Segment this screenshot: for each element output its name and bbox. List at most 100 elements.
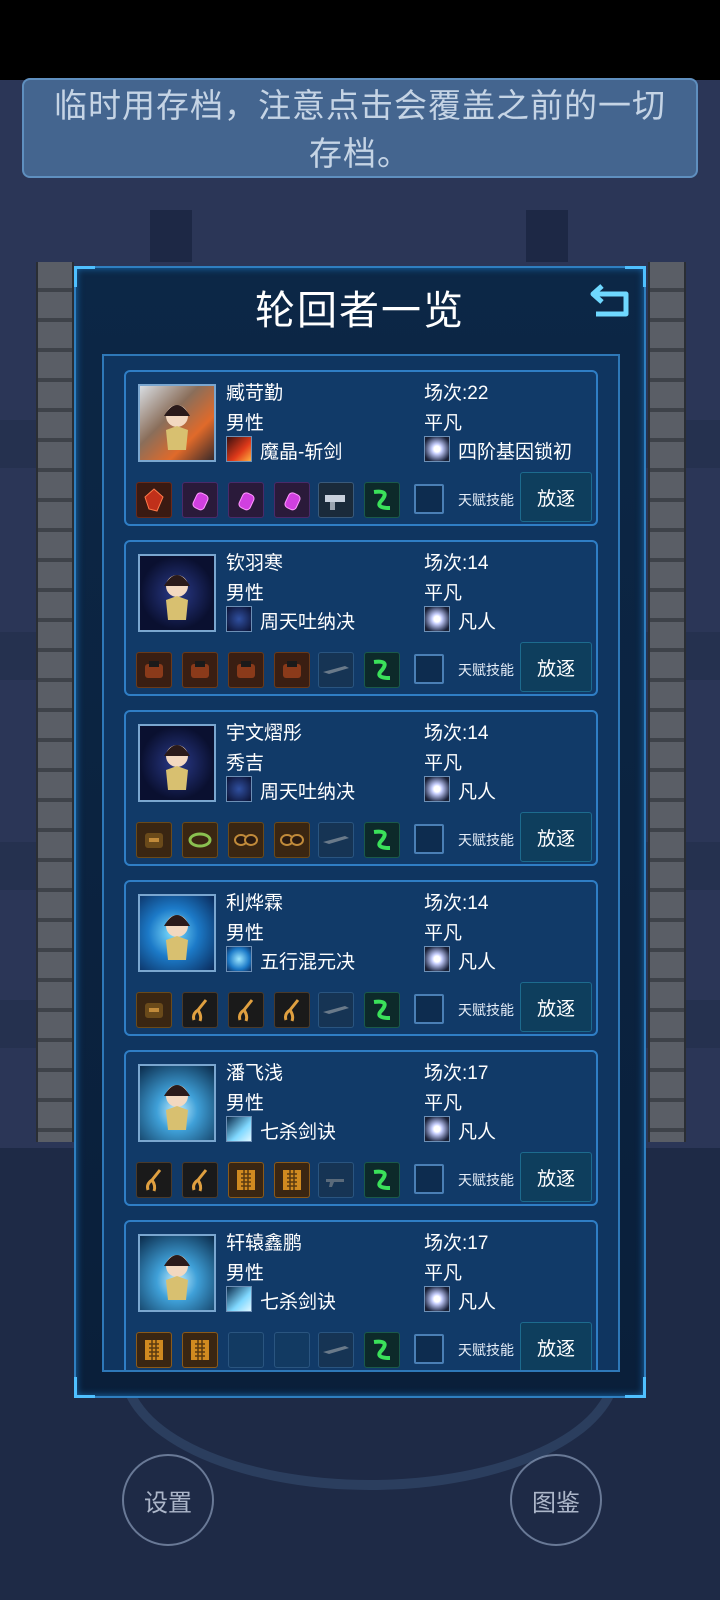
top-bar	[0, 0, 720, 80]
equipment-slot-crate[interactable]	[182, 1332, 218, 1368]
equipment-slot-rifle[interactable]	[318, 1332, 354, 1368]
talent-skill-label: 天赋技能	[458, 1172, 514, 1188]
equipment-slot-purple-potion[interactable]	[228, 482, 264, 518]
equipment-slot-goggles[interactable]	[228, 822, 264, 858]
stone-wall-left	[36, 262, 74, 1142]
ice-sword-icon	[226, 1116, 252, 1142]
back-button[interactable]	[588, 276, 634, 322]
character-skill: 周天吐纳决	[260, 782, 356, 803]
character-avatar-icon	[164, 745, 190, 790]
character-portrait[interactable]	[138, 1064, 216, 1142]
equipment-slot-green-snake[interactable]	[364, 992, 400, 1028]
exile-button[interactable]: 放逐	[520, 812, 592, 862]
character-avatar-icon	[164, 575, 190, 620]
exile-button[interactable]: 放逐	[520, 1152, 592, 1202]
equipment-slot-armor[interactable]	[182, 652, 218, 688]
notice-line-1: 临时用存档，注意点击会覆盖之前的一切	[54, 87, 666, 124]
equipment-slot-armor[interactable]	[136, 652, 172, 688]
character-portrait[interactable]	[138, 724, 216, 802]
talent-star-icon	[424, 1286, 450, 1312]
talent-star-icon	[424, 436, 450, 462]
character-skill: 五行混元决	[260, 952, 356, 973]
talent-skill-checkbox[interactable]	[414, 824, 444, 854]
equipment-slot-rifle[interactable]	[318, 992, 354, 1028]
ice-sword-icon	[226, 1286, 252, 1312]
equipment-slot-gun[interactable]	[318, 482, 354, 518]
character-card[interactable]: 轩辕鑫鹏 男性 七杀剑诀 场次:17 平凡 凡人 天赋技能 放逐	[124, 1220, 598, 1370]
equipment-slot-crate[interactable]	[228, 1162, 264, 1198]
equipment-slot-backpack[interactable]	[136, 992, 172, 1028]
talent-skill-checkbox[interactable]	[414, 654, 444, 684]
equipment-slot-pistol[interactable]	[318, 1162, 354, 1198]
equipment-slot-claw[interactable]	[182, 1162, 218, 1198]
equipment-slot-armor[interactable]	[228, 652, 264, 688]
exile-label: 放逐	[536, 1168, 575, 1190]
codex-button[interactable]: 图鉴	[510, 1454, 602, 1546]
character-portrait[interactable]	[138, 894, 216, 972]
equipment-slot-claw[interactable]	[228, 992, 264, 1028]
equipment-slot-crate[interactable]	[136, 1332, 172, 1368]
equipment-slot-green-snake[interactable]	[364, 1332, 400, 1368]
character-card[interactable]: 臧苛勤 男性 魔晶-斩剑 场次:22 平凡 四阶基因锁初 天赋技能 放逐	[124, 370, 598, 526]
equipment-slot-empty[interactable]	[274, 1332, 310, 1368]
character-avatar-icon	[164, 405, 190, 450]
talent-skill-checkbox[interactable]	[414, 484, 444, 514]
equipment-slot-empty[interactable]	[228, 1332, 264, 1368]
stone-wall-right	[648, 262, 686, 1142]
equipment-slot-claw[interactable]	[274, 992, 310, 1028]
equipment-slot-rifle[interactable]	[318, 652, 354, 688]
character-talent: 凡人	[458, 1292, 497, 1313]
equipment-slot-backpack[interactable]	[136, 822, 172, 858]
exile-label: 放逐	[536, 828, 575, 850]
talent-skill-checkbox[interactable]	[414, 1164, 444, 1194]
character-portrait[interactable]	[138, 1234, 216, 1312]
exile-button[interactable]: 放逐	[520, 472, 592, 522]
character-talent: 凡人	[458, 1122, 497, 1143]
talent-skill-checkbox[interactable]	[414, 994, 444, 1024]
character-card[interactable]: 利烨霖 男性 五行混元决 场次:14 平凡 凡人 天赋技能 放逐	[124, 880, 598, 1036]
equipment-slot-green-snake[interactable]	[364, 482, 400, 518]
panel-corner	[625, 1377, 646, 1398]
panel-corner	[74, 1377, 95, 1398]
talent-star-icon	[424, 606, 450, 632]
exile-label: 放逐	[536, 658, 575, 680]
talent-skill-checkbox[interactable]	[414, 1334, 444, 1364]
equipment-slot-red-crystal[interactable]	[136, 482, 172, 518]
character-card[interactable]: 宇文熠彤 秀吉 周天吐纳决 场次:14 平凡 凡人 天赋技能 放逐	[124, 710, 598, 866]
equipment-slot-green-snake[interactable]	[364, 1162, 400, 1198]
character-name: 宇文熠彤	[226, 723, 303, 744]
talent-skill-label: 天赋技能	[458, 662, 514, 678]
reincarnator-list[interactable]: 臧苛勤 男性 魔晶-斩剑 场次:22 平凡 四阶基因锁初 天赋技能 放逐 钦羽寒 男性 周天吐纳决…	[102, 354, 620, 1372]
character-card[interactable]: 潘飞浅 男性 七杀剑诀 场次:17 平凡 凡人 天赋技能 放逐	[124, 1050, 598, 1206]
exile-button[interactable]: 放逐	[520, 1322, 592, 1370]
equipment-slot-green-snake[interactable]	[364, 822, 400, 858]
character-portrait[interactable]	[138, 384, 216, 462]
character-talent: 凡人	[458, 952, 497, 973]
red-sword-icon	[226, 436, 252, 462]
equipment-slot-purple-potion[interactable]	[182, 482, 218, 518]
equipment-slot-purple-potion[interactable]	[274, 482, 310, 518]
character-talent: 凡人	[458, 612, 497, 633]
character-card[interactable]: 钦羽寒 男性 周天吐纳决 场次:14 平凡 凡人 天赋技能 放逐	[124, 540, 598, 696]
equipment-slot-goggles[interactable]	[274, 822, 310, 858]
talent-star-icon	[424, 946, 450, 972]
talent-skill-label: 天赋技能	[458, 1002, 514, 1018]
character-gender: 男性	[226, 1093, 265, 1114]
equipment-slot-claw[interactable]	[182, 992, 218, 1028]
equipment-slot-ring[interactable]	[182, 822, 218, 858]
character-portrait[interactable]	[138, 554, 216, 632]
equipment-slot-green-snake[interactable]	[364, 652, 400, 688]
equipment-slot-crate[interactable]	[274, 1162, 310, 1198]
equipment-slot-rifle[interactable]	[318, 822, 354, 858]
codex-label: 图鉴	[532, 1489, 580, 1517]
reincarnator-panel: 轮回者一览 臧苛勤 男性 魔晶-斩剑 场次:22 平凡 四阶基因锁初 天赋技能 放逐 钦羽寒男…	[74, 266, 646, 1398]
settings-button[interactable]: 设置	[122, 1454, 214, 1546]
settings-label: 设置	[144, 1489, 192, 1517]
character-skill: 七杀剑诀	[260, 1122, 337, 1143]
equipment-slot-claw[interactable]	[136, 1162, 172, 1198]
equipment-slot-armor[interactable]	[274, 652, 310, 688]
exile-button[interactable]: 放逐	[520, 982, 592, 1032]
character-gender: 秀吉	[226, 753, 265, 774]
exile-button[interactable]: 放逐	[520, 642, 592, 692]
exile-label: 放逐	[536, 488, 575, 510]
